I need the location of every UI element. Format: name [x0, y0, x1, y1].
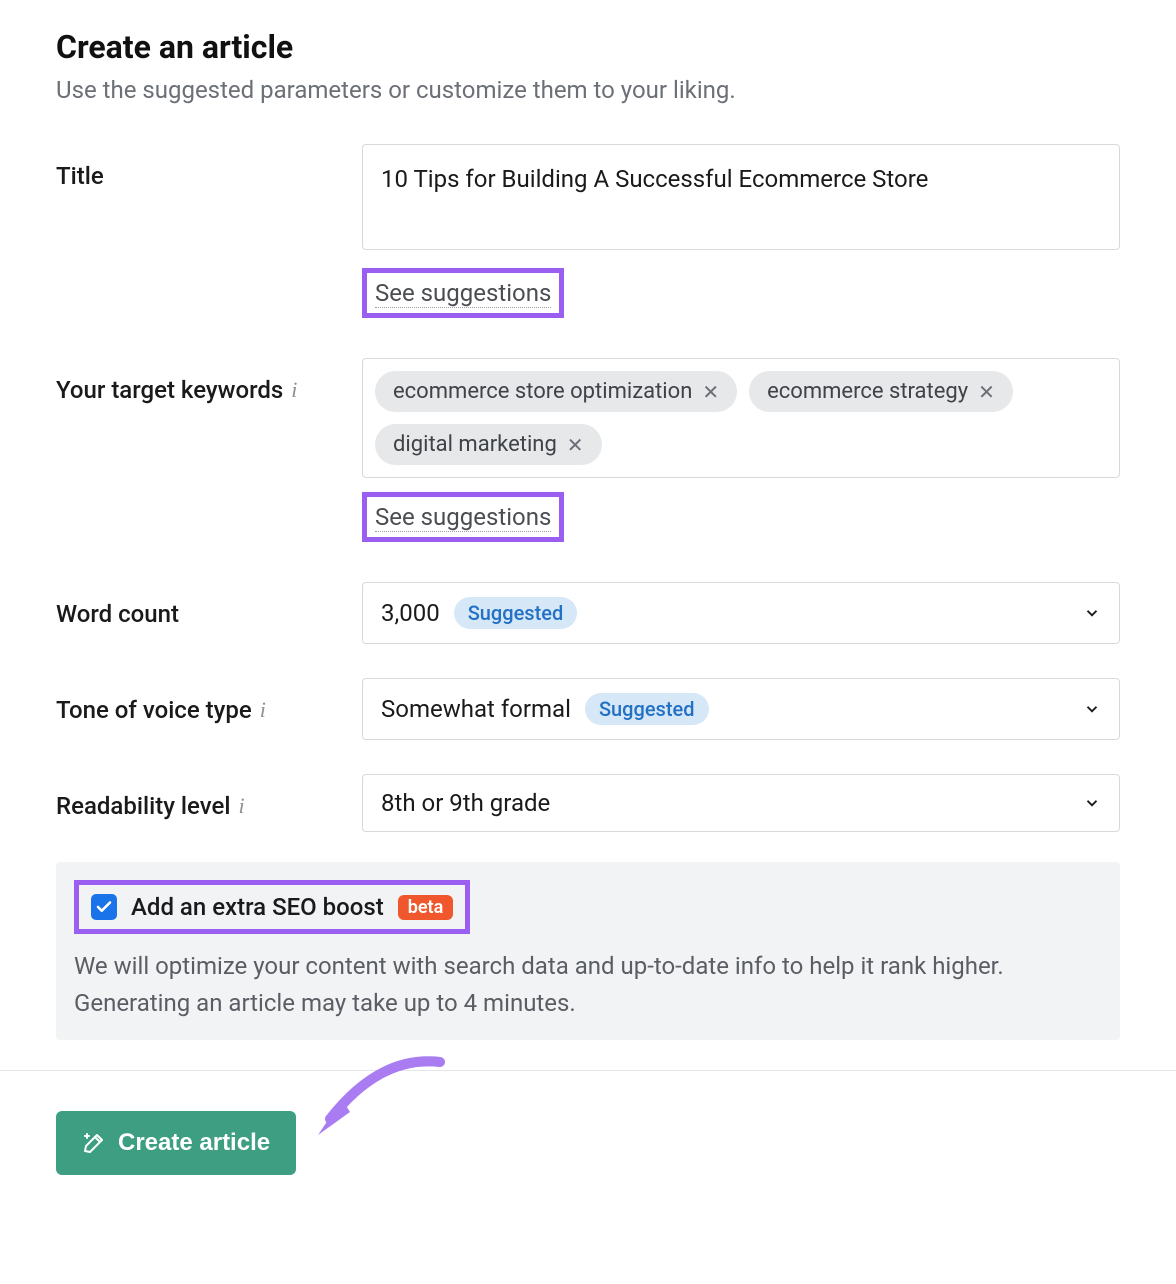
page-subtitle: Use the suggested parameters or customiz…: [56, 76, 1120, 104]
keyword-tag: ecommerce strategy ✕: [749, 371, 1013, 412]
chevron-down-icon: [1083, 604, 1101, 622]
keywords-input[interactable]: ecommerce store optimization ✕ ecommerce…: [362, 358, 1120, 478]
word-count-label: Word count: [56, 582, 362, 628]
keywords-see-suggestions[interactable]: See suggestions: [375, 503, 551, 532]
title-input[interactable]: [362, 144, 1120, 250]
tone-label: Tone of voice type: [56, 696, 252, 724]
word-count-select[interactable]: 3,000 Suggested: [362, 582, 1120, 644]
seo-boost-description: We will optimize your content with searc…: [74, 948, 1102, 1022]
keywords-label: Your target keywords: [56, 376, 283, 404]
readability-select[interactable]: 8th or 9th grade: [362, 774, 1120, 832]
create-article-button[interactable]: Create article: [56, 1111, 296, 1175]
tone-value: Somewhat formal: [381, 695, 571, 723]
arrow-annotation-icon: [300, 1047, 450, 1147]
readability-value: 8th or 9th grade: [381, 789, 550, 817]
suggested-badge: Suggested: [454, 597, 578, 629]
beta-badge: beta: [398, 895, 454, 920]
keyword-tag: digital marketing ✕: [375, 424, 602, 465]
create-article-label: Create article: [118, 1129, 270, 1157]
magic-wand-icon: [82, 1131, 106, 1155]
close-icon[interactable]: ✕: [567, 435, 584, 455]
close-icon[interactable]: ✕: [702, 382, 719, 402]
keyword-tag-label: digital marketing: [393, 432, 557, 457]
readability-label: Readability level: [56, 792, 230, 820]
seo-boost-label: Add an extra SEO boost: [131, 893, 384, 921]
keyword-tag-label: ecommerce strategy: [767, 379, 968, 404]
word-count-value: 3,000: [381, 599, 440, 627]
info-icon[interactable]: i: [238, 793, 244, 819]
close-icon[interactable]: ✕: [978, 382, 995, 402]
info-icon[interactable]: i: [260, 697, 266, 723]
seo-boost-panel: Add an extra SEO boost beta We will opti…: [56, 862, 1120, 1040]
info-icon[interactable]: i: [291, 377, 297, 403]
title-see-suggestions[interactable]: See suggestions: [375, 279, 551, 308]
suggested-badge: Suggested: [585, 693, 709, 725]
page-title: Create an article: [56, 28, 1120, 66]
chevron-down-icon: [1083, 794, 1101, 812]
tone-select[interactable]: Somewhat formal Suggested: [362, 678, 1120, 740]
keyword-tag-label: ecommerce store optimization: [393, 379, 692, 404]
chevron-down-icon: [1083, 700, 1101, 718]
title-label: Title: [56, 144, 362, 190]
check-icon: [95, 898, 113, 916]
keyword-tag: ecommerce store optimization ✕: [375, 371, 737, 412]
seo-boost-checkbox[interactable]: [91, 894, 117, 920]
